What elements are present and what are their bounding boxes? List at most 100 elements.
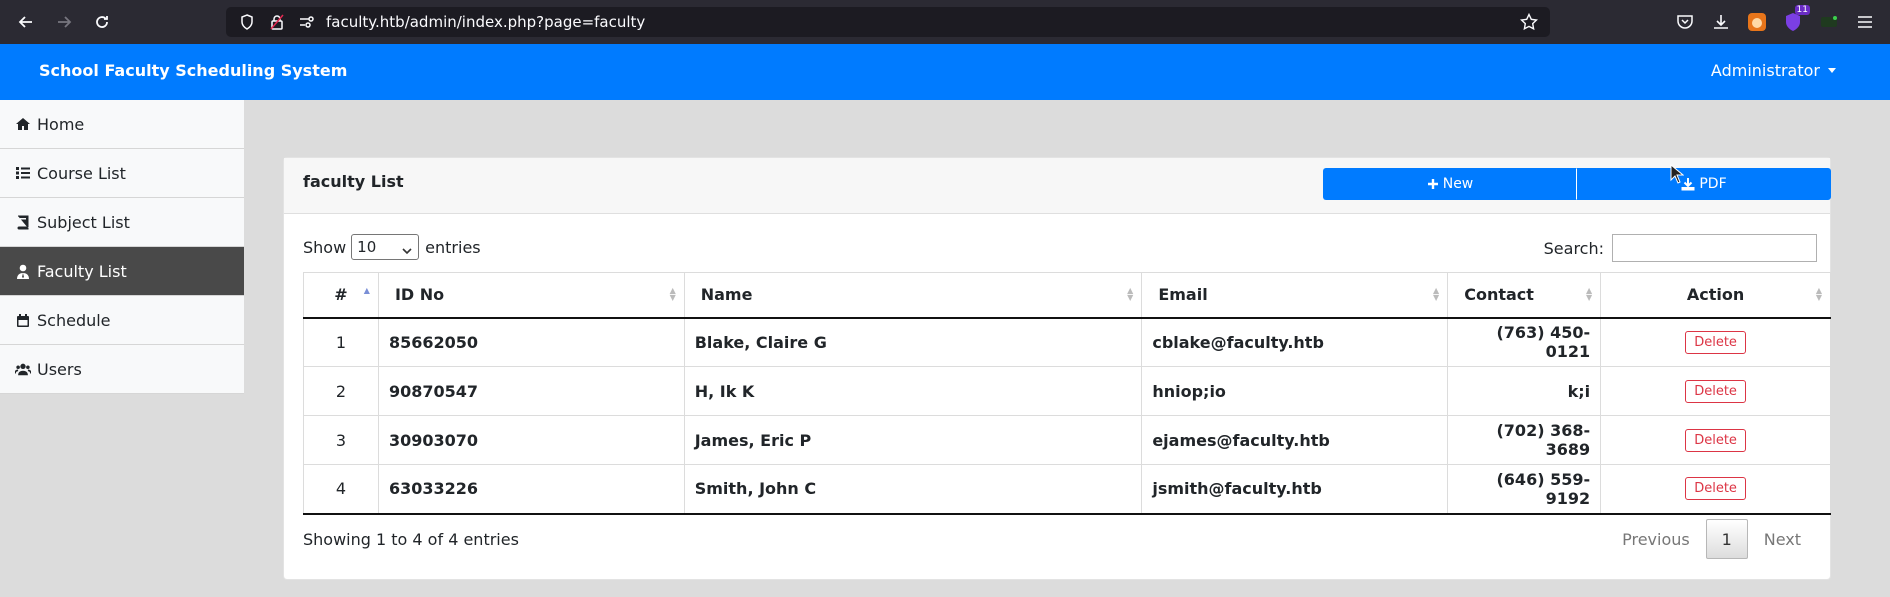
users-icon xyxy=(15,361,31,377)
sidebar-item-label: Subject List xyxy=(37,212,130,232)
brand-title[interactable]: School Faculty Scheduling System xyxy=(39,61,347,80)
sidebar-item-course-list[interactable]: Course List xyxy=(0,149,244,198)
pdf-export-button[interactable]: PDF xyxy=(1577,168,1831,200)
user-menu-dropdown[interactable]: Administrator xyxy=(1711,61,1836,80)
cell-email: cblake@faculty.htb xyxy=(1141,317,1449,367)
burp-extension-icon[interactable] xyxy=(1746,11,1768,33)
permissions-icon[interactable] xyxy=(298,13,316,31)
sidebar-item-subject-list[interactable]: Subject List xyxy=(0,198,244,247)
browser-toolbar: faculty.htb/admin/index.php?page=faculty… xyxy=(0,0,1890,44)
cell-index: 2 xyxy=(303,366,379,416)
page-button-current[interactable]: 1 xyxy=(1705,519,1748,559)
sort-icon: ▲ ▼ xyxy=(1433,286,1440,302)
delete-button[interactable]: Delete xyxy=(1685,330,1746,354)
delete-button[interactable]: Delete xyxy=(1685,477,1746,501)
cell-action: Delete xyxy=(1600,366,1831,416)
pdf-button-label: PDF xyxy=(1699,176,1727,192)
cell-index: 3 xyxy=(303,415,379,465)
bookmark-star-icon[interactable] xyxy=(1519,12,1539,35)
list-icon xyxy=(15,165,31,181)
sidebar-item-home[interactable]: Home xyxy=(0,100,244,149)
sidebar-item-users[interactable]: Users xyxy=(0,345,244,394)
sidebar-item-label: Home xyxy=(37,114,85,134)
table-row: 2 90870547 H, Ik K hniop;io k;i Delete xyxy=(303,366,1831,416)
sort-icon: ▲ ▼ xyxy=(1127,286,1134,302)
shield-icon[interactable] xyxy=(238,13,256,31)
url-text[interactable]: faculty.htb/admin/index.php?page=faculty xyxy=(326,13,645,31)
entries-length-control: Show 10 entries xyxy=(303,234,481,260)
sidebar-item-label: Course List xyxy=(37,163,126,183)
cell-id-no: 30903070 xyxy=(377,415,685,465)
insecure-lock-icon[interactable] xyxy=(268,13,286,31)
column-header-contact[interactable]: Contact ▲ ▼ xyxy=(1447,272,1602,319)
column-header-name[interactable]: Name ▲ ▼ xyxy=(683,272,1143,319)
user-menu-label: Administrator xyxy=(1710,61,1820,80)
column-header-id-no[interactable]: ID No ▲ ▼ xyxy=(377,272,685,319)
extension-dark-icon[interactable] xyxy=(1818,11,1840,33)
new-faculty-button[interactable]: New xyxy=(1323,168,1577,200)
table-search: Search: xyxy=(1544,234,1817,262)
cell-index: 4 xyxy=(303,464,379,515)
cell-action: Delete xyxy=(1600,317,1831,367)
caret-down-icon xyxy=(1828,68,1836,73)
cell-name: Smith, John C xyxy=(683,464,1143,515)
table-row: 3 30903070 James, Eric P ejames@faculty.… xyxy=(303,415,1831,465)
table-row: 1 85662050 Blake, Claire G cblake@facult… xyxy=(303,317,1831,367)
delete-button[interactable]: Delete xyxy=(1685,379,1746,403)
cell-name: H, Ik K xyxy=(683,366,1143,416)
forward-arrow-icon[interactable] xyxy=(52,10,76,34)
cell-index: 1 xyxy=(303,317,379,367)
cell-action: Delete xyxy=(1600,464,1831,515)
sidebar-item-faculty-list[interactable]: Faculty List xyxy=(0,247,244,296)
home-icon xyxy=(15,116,31,132)
cell-email: ejames@faculty.htb xyxy=(1141,415,1449,465)
pocket-icon[interactable] xyxy=(1674,11,1696,33)
sidebar-item-schedule[interactable]: Schedule xyxy=(0,296,244,345)
plus-icon xyxy=(1427,178,1439,190)
reload-icon[interactable] xyxy=(90,10,114,34)
sidebar-item-label: Users xyxy=(37,359,82,379)
cell-id-no: 85662050 xyxy=(377,317,685,367)
column-header-index[interactable]: # ▲ xyxy=(303,272,379,319)
user-tie-icon xyxy=(15,263,31,279)
header-button-group: New PDF xyxy=(1323,168,1831,200)
cell-contact: (763) 450-0121 xyxy=(1447,317,1602,367)
downloads-icon[interactable] xyxy=(1710,11,1732,33)
entries-select-value: 10 xyxy=(357,238,377,256)
next-page-button[interactable]: Next xyxy=(1748,519,1817,559)
entries-select[interactable]: 10 xyxy=(351,234,420,260)
back-arrow-icon[interactable] xyxy=(14,10,38,34)
mouse-cursor-icon xyxy=(1670,163,1685,188)
toolbar-right: 11 xyxy=(1674,0,1890,44)
address-bar[interactable]: faculty.htb/admin/index.php?page=faculty xyxy=(226,7,1550,37)
extension-badge: 11 xyxy=(1794,5,1810,15)
search-label: Search: xyxy=(1543,238,1604,258)
chevron-down-icon xyxy=(402,242,412,260)
table-row: 4 63033226 Smith, John C jsmith@faculty.… xyxy=(303,464,1831,515)
cell-contact: k;i xyxy=(1447,366,1602,416)
sidebar-item-label: Faculty List xyxy=(37,261,127,281)
sort-asc-icon: ▲ xyxy=(363,286,370,295)
cell-contact: (646) 559-9192 xyxy=(1447,464,1602,515)
pagination: Previous 1 Next xyxy=(1606,519,1817,559)
previous-page-button[interactable]: Previous xyxy=(1606,519,1706,559)
extension-shield-icon[interactable]: 11 xyxy=(1782,5,1810,33)
show-label: Show xyxy=(303,237,347,257)
cell-name: Blake, Claire G xyxy=(683,317,1143,367)
cell-email: hniop;io xyxy=(1141,366,1449,416)
book-icon xyxy=(15,214,31,230)
sort-icon: ▲ ▼ xyxy=(669,286,676,302)
table-info: Showing 1 to 4 of 4 entries xyxy=(303,530,519,549)
app-navbar: School Faculty Scheduling System Adminis… xyxy=(0,44,1890,100)
cell-id-no: 63033226 xyxy=(377,464,685,515)
card-header: faculty List New PDF xyxy=(284,158,1831,214)
cell-action: Delete xyxy=(1600,415,1831,465)
entries-label: entries xyxy=(425,237,481,257)
cell-name: James, Eric P xyxy=(683,415,1143,465)
column-header-email[interactable]: Email ▲ ▼ xyxy=(1141,272,1449,319)
delete-button[interactable]: Delete xyxy=(1685,428,1746,452)
column-header-action[interactable]: Action ▲ ▼ xyxy=(1600,272,1831,319)
cell-id-no: 90870547 xyxy=(377,366,685,416)
hamburger-menu-icon[interactable] xyxy=(1854,11,1876,33)
search-input[interactable] xyxy=(1612,234,1817,262)
